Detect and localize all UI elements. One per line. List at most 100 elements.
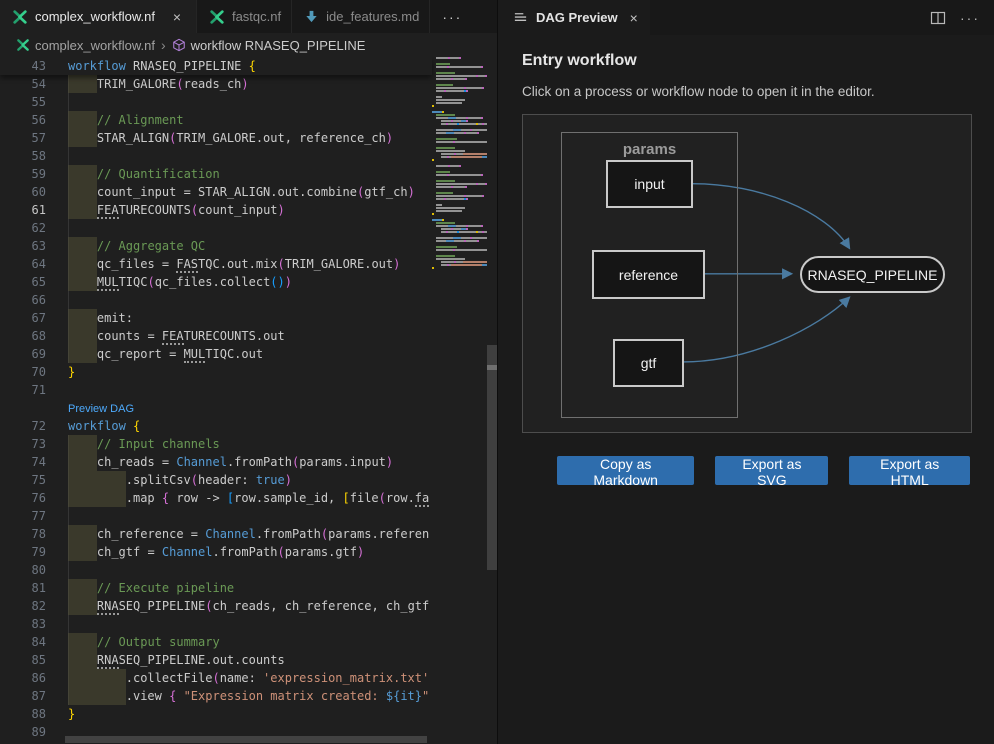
dag-node-gtf[interactable]: gtf	[613, 339, 684, 387]
code-row: 57STAR_ALIGN(TRIM_GALORE.out, reference_…	[0, 129, 497, 147]
split-editor-icon[interactable]	[930, 10, 946, 26]
line-number: 61	[0, 201, 46, 219]
breadcrumb-file[interactable]: complex_workflow.nf	[35, 38, 155, 53]
copy-as-markdown-button[interactable]: Copy as Markdown	[557, 456, 694, 485]
code-token: )	[357, 545, 364, 559]
indent-highlight	[68, 471, 126, 489]
indent-highlight	[68, 129, 97, 147]
code-row: 85RNASEQ_PIPELINE.out.counts	[0, 651, 497, 669]
code-token: )	[285, 473, 292, 487]
minimap-line	[432, 78, 487, 80]
code-token: // Quantification	[97, 167, 220, 181]
tab-complex-workflow[interactable]: complex_workflow.nf ×	[0, 0, 197, 33]
code-token: ch_reads =	[97, 455, 176, 469]
code-row: 76.map { row -> [row.sample_id, [file(ro…	[0, 489, 497, 507]
code-token: .fromPath	[227, 455, 292, 469]
breadcrumb-symbol[interactable]: workflow RNASEQ_PIPELINE	[191, 38, 366, 53]
sticky-scroll-line[interactable]: 43 workflow RNASEQ_PIPELINE {	[0, 57, 432, 75]
indent-highlight	[68, 543, 97, 561]
code-row: 87.view { "Expression matrix created: ${…	[0, 687, 497, 705]
code-row: 70}	[0, 363, 497, 381]
code-text: // Quantification	[68, 165, 220, 183]
dag-node-rnaseq-pipeline[interactable]: RNASEQ_PIPELINE	[800, 256, 945, 293]
dag-node-reference[interactable]: reference	[592, 250, 705, 299]
code-text: .view { "Expression matrix created: ${it…	[68, 687, 429, 705]
panel-heading: Entry workflow	[522, 52, 970, 70]
minimap-line	[432, 201, 487, 203]
line-number: 76	[0, 489, 46, 507]
line-number: 88	[0, 705, 46, 723]
horizontal-scrollbar[interactable]	[65, 736, 427, 743]
code-text: count_input = STAR_ALIGN.out.combine(gtf…	[68, 183, 415, 201]
params-cluster-label: params	[562, 141, 737, 158]
code-token: 'expression_matrix.txt'	[263, 671, 429, 685]
more-actions-icon[interactable]: ···	[960, 10, 980, 26]
minimap-line	[432, 99, 487, 101]
code-token: count_input = STAR_ALIGN.out.combine	[97, 185, 357, 199]
vscode-window: complex_workflow.nf × fastqc.nf ide_feat…	[0, 0, 994, 744]
minimap-line	[432, 66, 487, 68]
minimap-line	[432, 267, 487, 269]
code-text: Preview DAG	[68, 399, 134, 417]
tab-overflow-more-icon[interactable]: ···	[430, 0, 474, 33]
scrollbar-thumb[interactable]	[487, 345, 497, 570]
minimap-line	[432, 102, 487, 104]
tab-dag-preview[interactable]: DAG Preview ×	[498, 0, 650, 35]
vertical-scrollbar[interactable]	[487, 57, 497, 744]
nextflow-icon	[209, 9, 225, 25]
code-text: workflow {	[68, 417, 140, 435]
minimap-line	[432, 174, 487, 176]
code-token: RNA	[97, 599, 119, 615]
code-text: FEATURECOUNTS(count_input)	[68, 201, 285, 219]
code-token: TRIM_GALORE.out	[285, 257, 393, 271]
code-token: .map	[126, 491, 162, 505]
indent-highlight	[68, 111, 97, 129]
export-as-svg-button[interactable]: Export as SVG	[715, 456, 828, 485]
panel-tab-bar: DAG Preview × ···	[498, 0, 994, 35]
tab-fastqc[interactable]: fastqc.nf	[197, 0, 292, 33]
minimap-line	[432, 75, 487, 77]
code-token: FEA	[162, 329, 184, 345]
code-row: 68counts = FEATURECOUNTS.out	[0, 327, 497, 345]
code-row: 54TRIM_GALORE(reads_ch)	[0, 75, 497, 93]
code-text: }	[68, 363, 75, 381]
code-token: file	[350, 491, 379, 505]
indent-highlight	[68, 75, 97, 93]
code-token: row.	[386, 491, 415, 505]
tab-ide-features[interactable]: ide_features.md	[292, 0, 430, 33]
minimap-line	[432, 150, 487, 152]
code-token: params.gtf	[285, 545, 357, 559]
minimap[interactable]	[432, 57, 487, 297]
minimap-line	[432, 147, 487, 149]
code-token: row ->	[169, 491, 227, 505]
indent-highlight	[68, 453, 97, 471]
minimap-line	[432, 234, 487, 236]
indent-guide	[68, 507, 69, 525]
dag-node-input[interactable]: input	[606, 160, 693, 208]
line-number: 78	[0, 525, 46, 543]
code-text: // Alignment	[68, 111, 184, 129]
code-token: // Execute pipeline	[97, 581, 234, 595]
line-number: 54	[0, 75, 46, 93]
code-row: 65MULTIQC(qc_files.collect())	[0, 273, 497, 291]
minimap-line	[432, 96, 487, 98]
code-editor[interactable]: 43 workflow RNASEQ_PIPELINE { 54TRIM_GAL…	[0, 57, 497, 744]
codelens-row[interactable]: Preview DAG	[0, 399, 497, 417]
indent-highlight	[68, 273, 97, 291]
code-row: 86.collectFile(name: 'expression_matrix.…	[0, 669, 497, 687]
line-number: 56	[0, 111, 46, 129]
code-token: {	[249, 59, 256, 73]
minimap-line	[432, 126, 487, 128]
code-text: STAR_ALIGN(TRIM_GALORE.out, reference_ch…	[68, 129, 393, 147]
close-icon[interactable]: ×	[168, 9, 186, 25]
line-number: 84	[0, 633, 46, 651]
close-icon[interactable]: ×	[630, 10, 638, 26]
code-row: 69qc_report = MULTIQC.out	[0, 345, 497, 363]
code-token: gtf_ch	[364, 185, 407, 199]
code-row: 55	[0, 93, 497, 111]
codelens-preview-dag-link[interactable]: Preview DAG	[68, 403, 134, 415]
export-as-html-button[interactable]: Export as HTML	[849, 456, 970, 485]
code-row: 75.splitCsv(header: true)	[0, 471, 497, 489]
line-number: 70	[0, 363, 46, 381]
code-token: }	[68, 707, 75, 721]
